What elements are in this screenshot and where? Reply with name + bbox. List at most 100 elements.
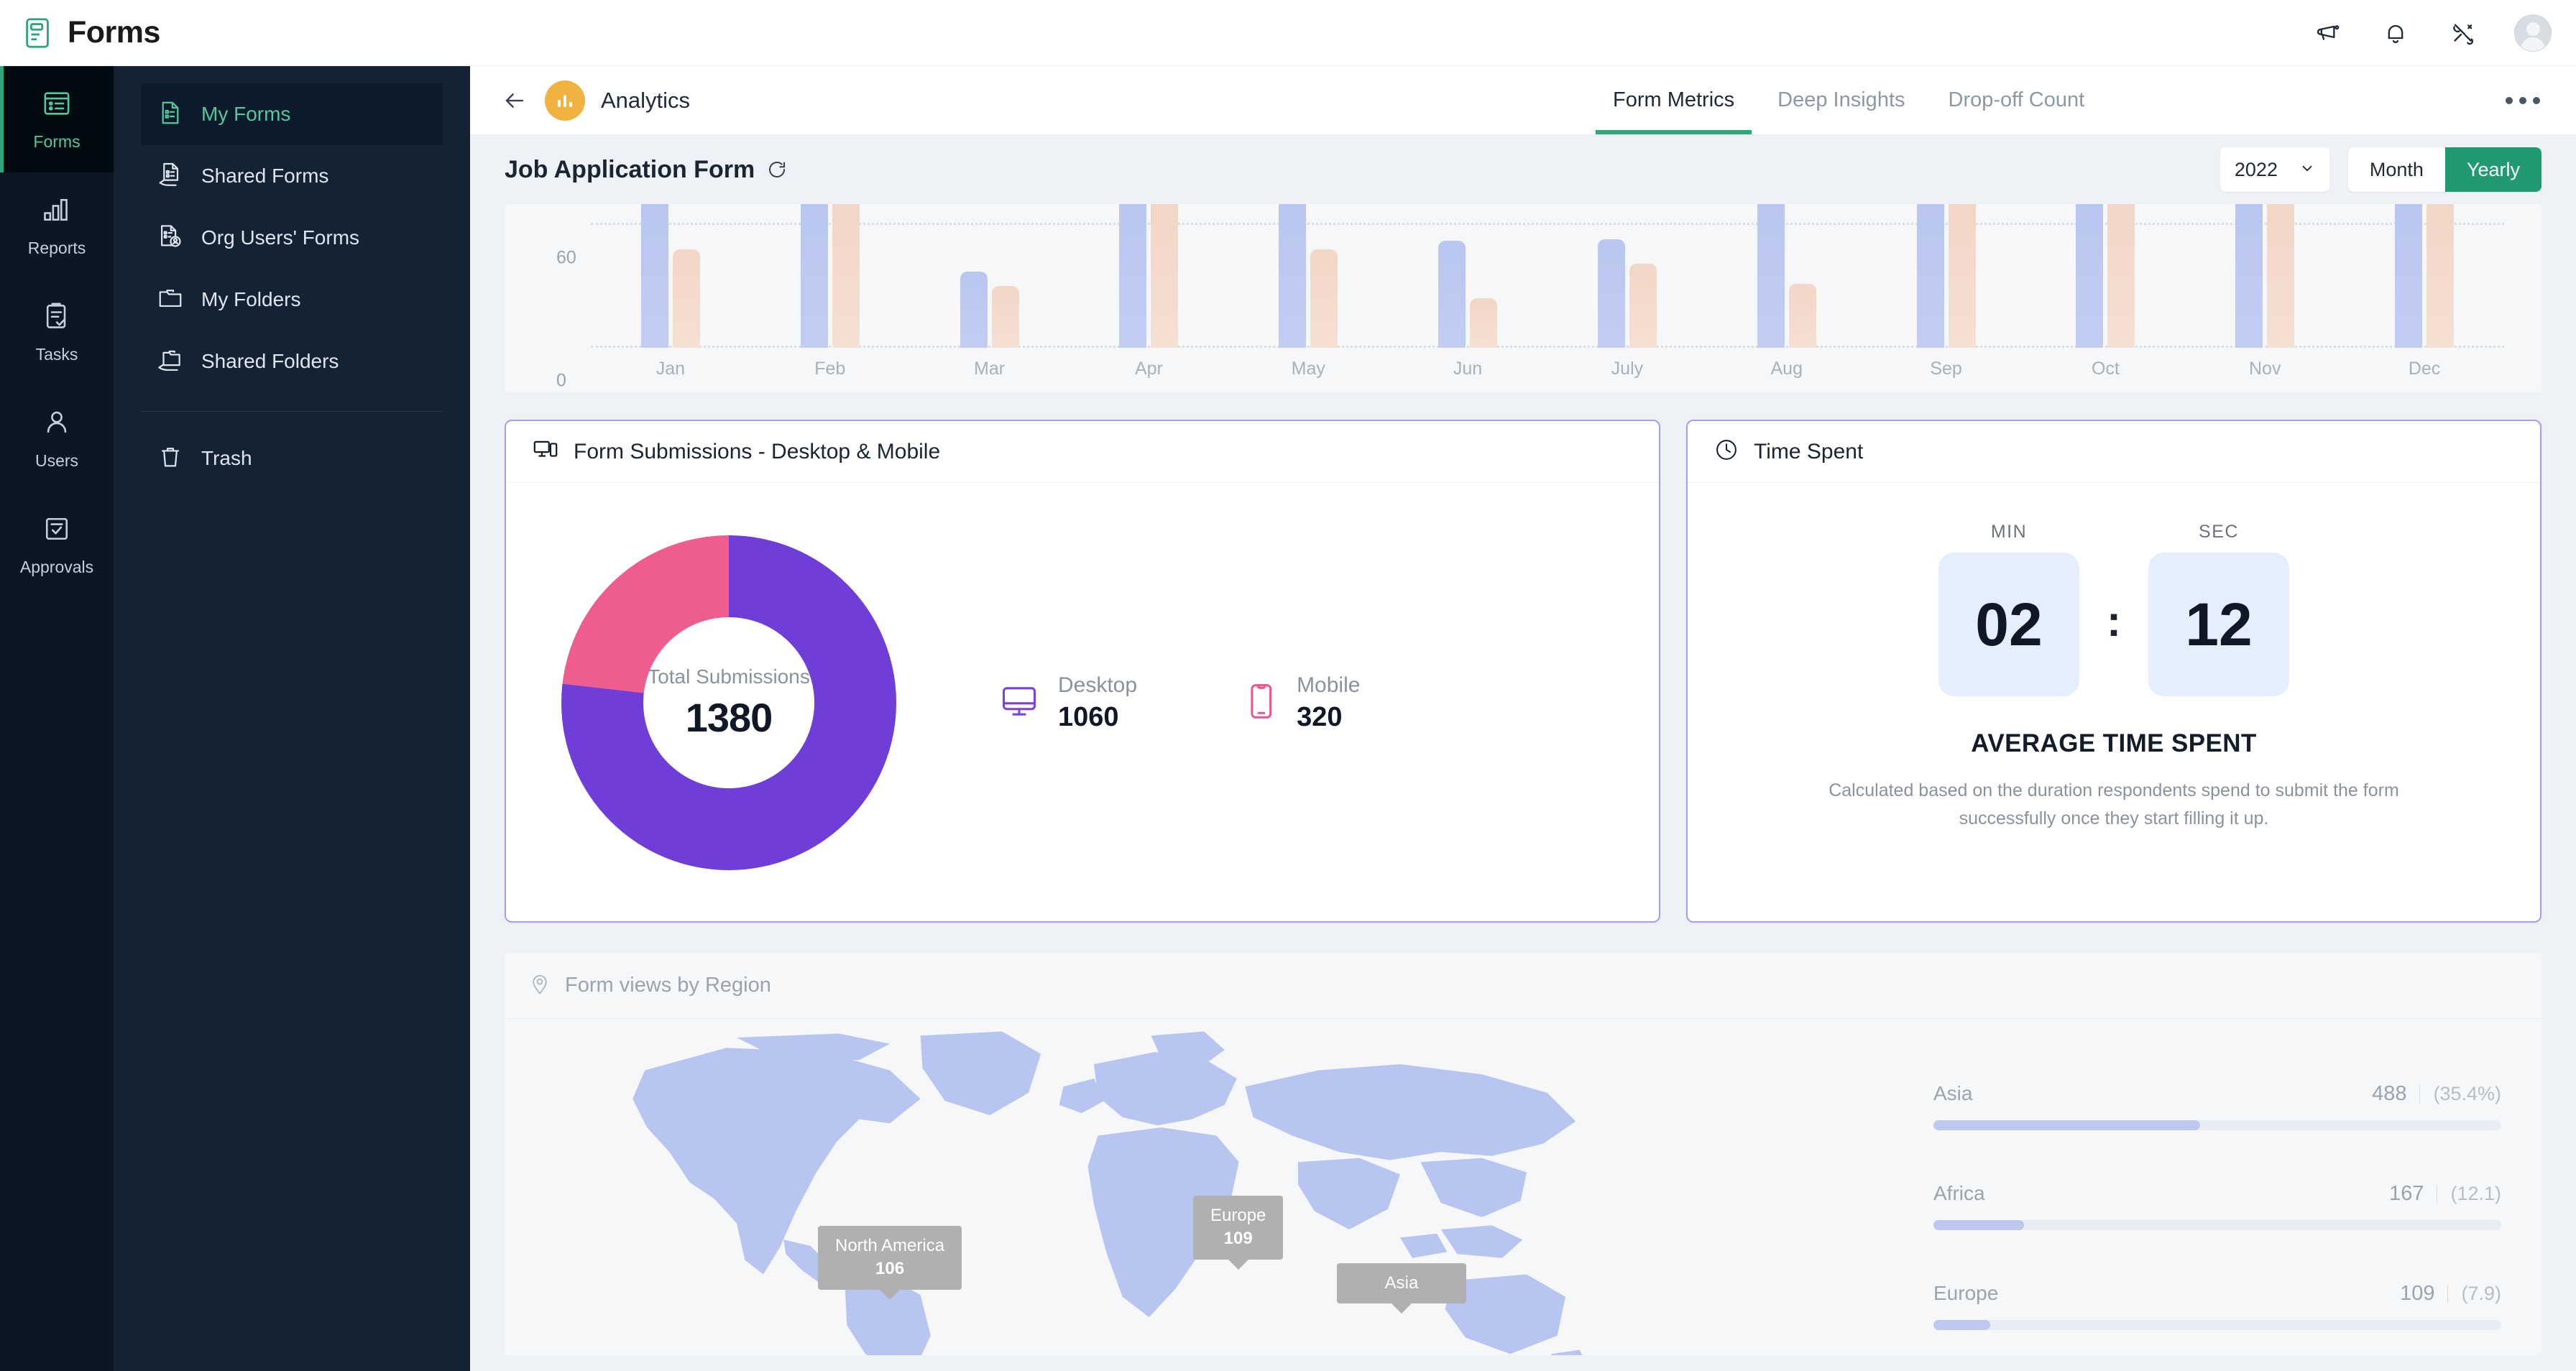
donut-center-label: Total Submissions: [648, 665, 810, 688]
back-arrow-icon[interactable]: [500, 86, 529, 115]
region-progress-fill: [1933, 1220, 2025, 1230]
region-numbers: 488 (35.4%): [2372, 1082, 2501, 1106]
tab-deep-insights[interactable]: Deep Insights: [1756, 65, 1926, 134]
chart-bar[interactable]: [1948, 204, 1976, 348]
chart-bar-group[interactable]: [1388, 204, 1547, 348]
sidebar-item-trash[interactable]: Trash: [141, 428, 443, 489]
chart-bar-group[interactable]: [1707, 204, 1867, 348]
chart-bar[interactable]: [2107, 204, 2135, 348]
chart-bar[interactable]: [1788, 284, 1816, 348]
chart-x-tick: Sep: [1930, 359, 1962, 379]
refresh-icon[interactable]: [766, 159, 788, 180]
chart-bar-group[interactable]: [1867, 204, 2026, 348]
avatar-head: [2526, 22, 2540, 36]
chart-bar[interactable]: [1757, 204, 1785, 348]
sidebar-item-label: Trash: [201, 447, 252, 469]
bar-plot-area: [591, 204, 2504, 348]
sidebar-item-my-forms[interactable]: My Forms: [141, 83, 443, 145]
avatar[interactable]: [2514, 14, 2552, 52]
card-title: Form Submissions - Desktop & Mobile: [574, 439, 941, 463]
donut-chart-wrap: Total Submissions 1380: [506, 535, 952, 870]
chart-bar-group[interactable]: [1070, 204, 1229, 348]
chart-bar[interactable]: [832, 204, 860, 348]
sidebar-item-shared-forms[interactable]: Shared Forms: [141, 145, 443, 207]
bell-icon[interactable]: [2379, 17, 2412, 50]
chart-bar[interactable]: [640, 204, 668, 348]
rail-item-tasks[interactable]: Tasks: [0, 279, 114, 385]
chart-bar[interactable]: [672, 249, 700, 348]
announcement-icon[interactable]: [2312, 17, 2345, 50]
chart-bar[interactable]: [1629, 263, 1657, 348]
chart-bar[interactable]: [1916, 204, 1944, 348]
seconds-column: SEC 12: [2148, 522, 2289, 696]
more-options-icon[interactable]: [2506, 96, 2540, 104]
chart-bar-group[interactable]: [750, 204, 910, 348]
chart-bar[interactable]: [2395, 204, 2423, 348]
chart-x-tick: Oct: [2091, 359, 2120, 379]
rail-item-label: Approvals: [19, 557, 94, 576]
chart-bar[interactable]: [1597, 239, 1625, 348]
chart-x-tick: Feb: [814, 359, 846, 379]
chart-y-tick: 60: [556, 247, 576, 268]
chart-bar[interactable]: [960, 272, 988, 348]
time-spent-card: Time Spent MIN 02 : SEC 12 AVERAGE TIME …: [1686, 420, 2542, 923]
chart-x-tick: Apr: [1134, 359, 1163, 379]
time-description: Calculated based on the duration respond…: [1828, 780, 2399, 828]
tab-label: Drop-off Count: [1948, 88, 2085, 111]
form-views-by-region: Form views by Region North America 106 E…: [505, 953, 2542, 1355]
sidebar-item-org-users-forms[interactable]: Org Users' Forms: [141, 207, 443, 269]
chart-bar-group[interactable]: [2026, 204, 2186, 348]
brand-name: Forms: [68, 15, 160, 50]
chart-bar[interactable]: [1119, 204, 1147, 348]
rail-item-forms[interactable]: Forms: [0, 66, 114, 172]
chart-bar[interactable]: [2076, 204, 2104, 348]
chart-x-tick: May: [1291, 359, 1325, 379]
sidebar-item-my-folders[interactable]: My Folders: [141, 269, 443, 331]
tab-drop-off-count[interactable]: Drop-off Count: [1927, 65, 2107, 134]
chart-bar[interactable]: [2235, 204, 2263, 348]
period-yearly-button[interactable]: Yearly: [2444, 147, 2542, 192]
map-tooltip-value: 106: [875, 1259, 905, 1279]
rail-item-reports[interactable]: Reports: [0, 172, 114, 279]
chart-bar[interactable]: [2426, 204, 2455, 348]
minutes-value: 02: [1938, 553, 2079, 696]
time-units: MIN 02 : SEC 12: [1938, 522, 2289, 696]
forms-logo-icon: [22, 17, 55, 50]
chart-bar-group[interactable]: [591, 204, 750, 348]
chart-bar-group[interactable]: [1228, 204, 1388, 348]
tab-label: Deep Insights: [1777, 88, 1905, 111]
chart-bar[interactable]: [1438, 241, 1466, 348]
chart-bar-group[interactable]: [1547, 204, 1707, 348]
period-month-button[interactable]: Month: [2347, 147, 2445, 192]
card-header: Form Submissions - Desktop & Mobile: [506, 421, 1659, 483]
chart-bar-group[interactable]: [2345, 204, 2504, 348]
region-row[interactable]: Africa 167 (12.1): [1933, 1182, 2501, 1230]
chart-bar[interactable]: [991, 286, 1019, 348]
brand[interactable]: Forms: [0, 15, 160, 50]
year-select[interactable]: 2022: [2220, 147, 2329, 192]
tools-icon[interactable]: [2447, 17, 2480, 50]
chart-bar[interactable]: [1470, 298, 1498, 348]
chart-bar[interactable]: [1279, 204, 1307, 348]
chart-bar-group[interactable]: [910, 204, 1070, 348]
chart-x-tick: Aug: [1770, 359, 1803, 379]
rail-item-approvals[interactable]: Approvals: [0, 491, 114, 598]
donut-chart[interactable]: Total Submissions 1380: [561, 535, 896, 870]
sidebar-item-shared-folders[interactable]: Shared Folders: [141, 331, 443, 392]
region-row[interactable]: Europe 109 (7.9): [1933, 1282, 2501, 1330]
chart-bar-group[interactable]: [2185, 204, 2345, 348]
region-top: Europe 109 (7.9): [1933, 1282, 2501, 1306]
region-count: 167: [2389, 1182, 2424, 1205]
chart-bar[interactable]: [1310, 249, 1338, 348]
chart-bar[interactable]: [1151, 204, 1179, 348]
chart-bar[interactable]: [2267, 204, 2295, 348]
folder-icon: [157, 285, 184, 315]
chart-bar[interactable]: [800, 204, 828, 348]
region-count: 109: [2400, 1282, 2435, 1305]
legend-desktop: Desktop 1060: [999, 673, 1137, 733]
tab-form-metrics[interactable]: Form Metrics: [1591, 65, 1756, 134]
rail-item-users[interactable]: Users: [0, 385, 114, 491]
region-row[interactable]: Asia 488 (35.4%): [1933, 1082, 2501, 1130]
tab-label: Form Metrics: [1613, 88, 1735, 111]
card-header: Time Spent: [1688, 421, 2540, 483]
